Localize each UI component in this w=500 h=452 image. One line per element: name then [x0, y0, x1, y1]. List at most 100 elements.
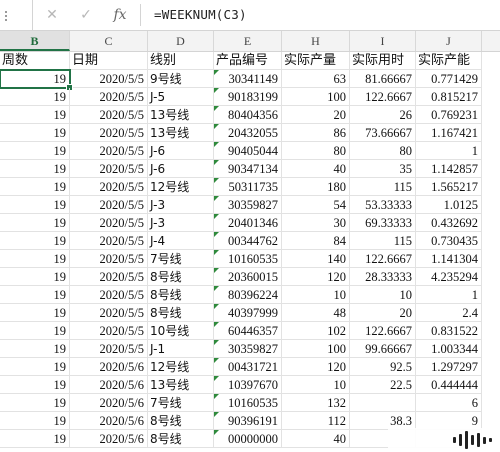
table-cell[interactable]: 2020/5/5: [70, 178, 148, 196]
table-cell[interactable]: J-6: [148, 142, 214, 160]
table-cell[interactable]: 00000000: [214, 430, 282, 448]
table-cell[interactable]: 73.66667: [350, 124, 416, 142]
table-cell[interactable]: 120: [282, 358, 350, 376]
table-cell[interactable]: 2020/5/5: [70, 88, 148, 106]
table-cell[interactable]: 10: [282, 286, 350, 304]
table-cell[interactable]: 54: [282, 196, 350, 214]
table-cell[interactable]: 2020/5/5: [70, 232, 148, 250]
table-cell[interactable]: 8号线: [148, 304, 214, 322]
table-cell[interactable]: J-3: [148, 196, 214, 214]
table-cell[interactable]: 2020/5/5: [70, 106, 148, 124]
formula-input[interactable]: =WEEKNUM(C3): [154, 7, 247, 22]
table-cell[interactable]: 2020/5/5: [70, 160, 148, 178]
table-cell[interactable]: 19: [0, 106, 70, 124]
table-cell[interactable]: 0.769231: [416, 106, 482, 124]
table-cell[interactable]: 90405044: [214, 142, 282, 160]
table-cell[interactable]: 53.33333: [350, 196, 416, 214]
table-cell[interactable]: 100: [282, 88, 350, 106]
header-cell[interactable]: 实际产能: [416, 52, 482, 70]
table-cell[interactable]: J-4: [148, 232, 214, 250]
table-cell[interactable]: 19: [0, 286, 70, 304]
table-cell[interactable]: 80: [282, 142, 350, 160]
table-cell[interactable]: 115: [350, 232, 416, 250]
table-cell[interactable]: 19: [0, 178, 70, 196]
table-cell[interactable]: 2020/5/5: [70, 250, 148, 268]
table-cell[interactable]: 10160535: [214, 394, 282, 412]
selected-cell[interactable]: 19: [0, 69, 71, 89]
table-cell[interactable]: 22.5: [350, 376, 416, 394]
table-cell[interactable]: [350, 394, 416, 412]
table-cell[interactable]: 7号线: [148, 394, 214, 412]
table-cell[interactable]: 19: [0, 340, 70, 358]
table-cell[interactable]: 13号线: [148, 106, 214, 124]
table-cell[interactable]: 35: [350, 160, 416, 178]
table-cell[interactable]: 1.167421: [416, 124, 482, 142]
table-cell[interactable]: 30: [282, 214, 350, 232]
table-cell[interactable]: J-5: [148, 88, 214, 106]
table-cell[interactable]: 2020/5/5: [70, 70, 148, 88]
table-cell[interactable]: 0.730435: [416, 232, 482, 250]
table-cell[interactable]: 12号线: [148, 178, 214, 196]
table-cell[interactable]: 92.5: [350, 358, 416, 376]
table-cell[interactable]: 26: [350, 106, 416, 124]
table-cell[interactable]: 2020/5/5: [70, 304, 148, 322]
table-cell[interactable]: 0.815217: [416, 88, 482, 106]
table-cell[interactable]: 1.141304: [416, 250, 482, 268]
column-header-c[interactable]: C: [70, 31, 148, 51]
table-cell[interactable]: 2020/5/6: [70, 394, 148, 412]
table-cell[interactable]: 20: [282, 106, 350, 124]
table-cell[interactable]: 1.297297: [416, 358, 482, 376]
table-cell[interactable]: 30359827: [214, 340, 282, 358]
table-cell[interactable]: 2020/5/5: [70, 286, 148, 304]
table-cell[interactable]: 2020/5/6: [70, 412, 148, 430]
table-cell[interactable]: 1.565217: [416, 178, 482, 196]
table-cell[interactable]: 48: [282, 304, 350, 322]
table-cell[interactable]: 80404356: [214, 106, 282, 124]
table-cell[interactable]: 8号线: [148, 430, 214, 448]
table-cell[interactable]: 19: [0, 196, 70, 214]
table-cell[interactable]: 9号线: [148, 70, 214, 88]
table-cell[interactable]: 19: [0, 322, 70, 340]
table-cell[interactable]: 122.6667: [350, 322, 416, 340]
table-cell[interactable]: 50311735: [214, 178, 282, 196]
table-cell[interactable]: 30359827: [214, 196, 282, 214]
header-cell[interactable]: 实际用时: [350, 52, 416, 70]
table-cell[interactable]: 0.432692: [416, 214, 482, 232]
cancel-icon[interactable]: ✕: [40, 4, 64, 26]
table-cell[interactable]: 132: [282, 394, 350, 412]
name-box-edge[interactable]: [0, 0, 33, 30]
table-cell[interactable]: 19: [0, 268, 70, 286]
table-cell[interactable]: 99.66667: [350, 340, 416, 358]
table-cell[interactable]: J-3: [148, 214, 214, 232]
table-cell[interactable]: 40: [282, 160, 350, 178]
table-cell[interactable]: 2020/5/5: [70, 340, 148, 358]
table-cell[interactable]: 19: [0, 304, 70, 322]
table-cell[interactable]: 10: [350, 286, 416, 304]
table-cell[interactable]: 2.4: [416, 304, 482, 322]
insert-function-button[interactable]: fx: [108, 4, 132, 26]
table-cell[interactable]: 00431721: [214, 358, 282, 376]
table-cell[interactable]: 40: [282, 430, 350, 448]
column-header-j[interactable]: J: [416, 31, 482, 51]
header-cell[interactable]: 日期: [70, 52, 148, 70]
table-cell[interactable]: 7号线: [148, 250, 214, 268]
table-cell[interactable]: 60446357: [214, 322, 282, 340]
table-cell[interactable]: 19: [0, 412, 70, 430]
table-cell[interactable]: 1.0125: [416, 196, 482, 214]
table-cell[interactable]: 69.33333: [350, 214, 416, 232]
table-cell[interactable]: 13号线: [148, 124, 214, 142]
table-cell[interactable]: 2020/5/5: [70, 142, 148, 160]
table-cell[interactable]: 19: [0, 160, 70, 178]
table-cell[interactable]: 00344762: [214, 232, 282, 250]
table-cell[interactable]: J-6: [148, 160, 214, 178]
table-cell[interactable]: 84: [282, 232, 350, 250]
table-cell[interactable]: 2020/5/6: [70, 430, 148, 448]
table-cell[interactable]: 13号线: [148, 376, 214, 394]
table-cell[interactable]: 0.831522: [416, 322, 482, 340]
table-cell[interactable]: 90347134: [214, 160, 282, 178]
table-cell[interactable]: 115: [350, 178, 416, 196]
table-cell[interactable]: 112: [282, 412, 350, 430]
table-cell[interactable]: 2020/5/5: [70, 268, 148, 286]
column-header-b[interactable]: B: [0, 31, 70, 51]
table-cell[interactable]: 102: [282, 322, 350, 340]
